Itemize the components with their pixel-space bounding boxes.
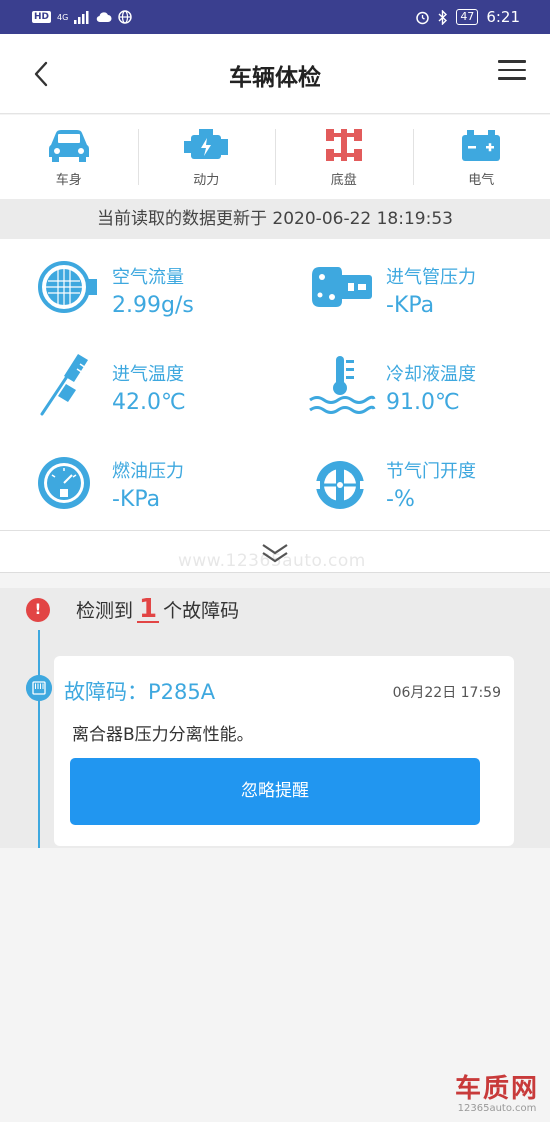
alert-icon: ! [26,598,50,622]
fault-code-icon [26,675,52,701]
fault-count: 1 [137,594,160,624]
tab-label: 动力 [193,172,220,188]
tab-chassis[interactable]: 底盘 [275,115,413,199]
sensor-grid: 空气流量 2.99g/s 进气管压力 -KPa 进气温度 42.0℃ 冷却液温度… [0,239,550,531]
sensor-value: 2.99g/s [112,293,194,318]
brand-logo: 车质网 12365auto.com [452,1075,542,1114]
sensor-value: -KPa [112,487,161,512]
fault-summary: ! 检测到 1 个故障码 [0,588,550,630]
app-header: 车辆体检 [0,34,550,114]
status-bar: HD 4G 47 6:21 [0,0,550,34]
fault-time: 06月22日 17:59 [392,685,501,701]
fault-description: 离合器B压力分离性能。 [72,725,254,745]
sensor-value: -% [386,487,415,512]
intake-temp-icon [40,354,88,416]
sensor-label: 进气管压力 [386,267,476,288]
update-timestamp: 当前读取的数据更新于 2020-06-22 18:19:53 [0,199,550,239]
signal-icon [74,10,89,24]
expand-toggle[interactable]: www.12365auto.com [0,531,550,573]
engine-icon [184,128,229,159]
tab-label: 底盘 [330,172,357,188]
throttle-icon [316,461,364,509]
brand-name: 车质网 [454,1074,539,1104]
sensor-coolant-temp: 冷却液温度 91.0℃ [308,344,550,424]
chassis-icon [325,128,362,161]
alarm-icon [416,11,430,24]
fault-prefix: 检测到 [76,600,134,622]
menu-icon [498,60,526,63]
intake-pressure-icon [312,267,372,307]
sensor-label: 进气温度 [112,364,184,385]
timeline-line [38,630,40,848]
sensor-air-flow: 空气流量 2.99g/s [34,247,294,327]
bluetooth-icon [438,9,448,25]
sensor-value: 91.0℃ [386,390,460,415]
coolant-temp-icon [309,356,376,414]
sensor-fuel-pressure: 燃油压力 -KPa [34,441,294,521]
ignore-reminder-button[interactable]: 忽略提醒 [70,758,480,825]
sensor-value: -KPa [386,293,435,318]
sensor-throttle: 节气门开度 -% [308,441,550,521]
sensor-label: 节气门开度 [386,461,476,482]
clock: 6:21 [486,8,520,26]
fault-list: 故障码：P285A 06月22日 17:59 离合器B压力分离性能。 忽略提醒 [0,630,550,848]
fault-suffix: 个故障码 [163,600,240,622]
sensor-intake-pressure: 进气管压力 -KPa [308,247,550,327]
battery-icon [462,129,501,161]
fault-card: 故障码：P285A 06月22日 17:59 离合器B压力分离性能。 忽略提醒 [54,656,514,846]
tab-body[interactable]: 车身 [0,115,138,199]
fault-code-title: 故障码：P285A [64,680,216,704]
sensor-label: 空气流量 [112,267,184,288]
page-title: 车辆体检 [229,65,321,91]
sensor-label: 冷却液温度 [386,364,476,385]
battery-level: 47 [456,9,479,25]
cloud-icon [97,12,112,23]
hd-badge: HD [32,11,52,23]
category-tabs: 车身 动力 底盘 电气 [0,115,550,199]
tab-label: 电气 [468,172,495,188]
globe-icon [118,10,133,24]
tab-electric[interactable]: 电气 [412,115,550,199]
air-flow-icon [38,261,97,313]
menu-button[interactable] [498,60,526,86]
fuel-pressure-icon [38,457,90,509]
sensor-intake-temp: 进气温度 42.0℃ [34,344,294,424]
brand-url: 12365auto.com [457,1103,537,1114]
tab-power[interactable]: 动力 [137,115,276,199]
network-type: 4G [57,12,69,22]
chevron-double-down-icon [262,544,288,563]
sensor-label: 燃油压力 [112,461,184,482]
tab-label: 车身 [55,172,82,188]
car-body-icon [48,129,89,162]
sensor-value: 42.0℃ [112,390,186,415]
